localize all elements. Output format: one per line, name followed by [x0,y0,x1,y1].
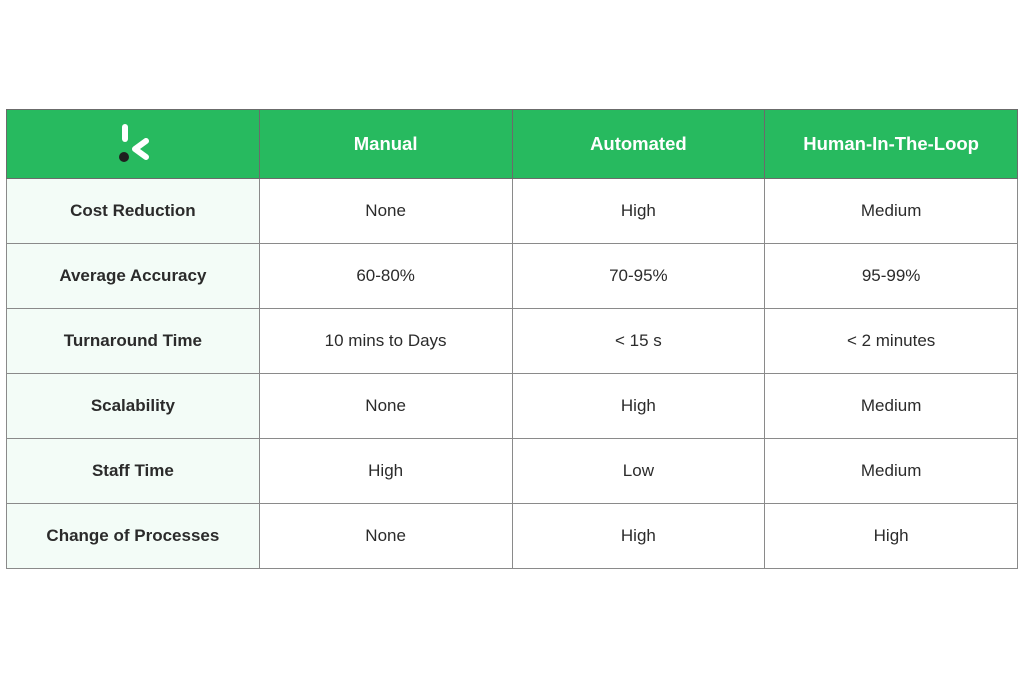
row-label: Cost Reduction [6,178,260,244]
cell-hitl: Medium [764,373,1018,439]
row-label: Average Accuracy [6,243,260,309]
table-row: Change of Processes None High High [6,503,1018,569]
column-header-human-in-the-loop: Human-In-The-Loop [764,109,1018,179]
cell-hitl: Medium [764,438,1018,504]
table-row: Turnaround Time 10 mins to Days < 15 s <… [6,308,1018,374]
cell-manual: 60-80% [258,243,513,309]
cell-manual: High [258,438,513,504]
cell-hitl: Medium [764,178,1018,244]
column-header-manual: Manual [258,109,513,179]
cell-hitl: < 2 minutes [764,308,1018,374]
cell-automated: Low [511,438,766,504]
cell-automated: High [511,373,766,439]
cell-manual: None [258,178,513,244]
cell-hitl: High [764,503,1018,569]
cell-automated: High [511,178,766,244]
cell-automated: 70-95% [511,243,766,309]
cell-automated: < 15 s [511,308,766,374]
comparison-table: Manual Automated Human-In-The-Loop Cost … [6,109,1018,569]
header-row: Manual Automated Human-In-The-Loop [6,109,1018,179]
logo-dot [118,152,129,162]
cell-manual: None [258,503,513,569]
cell-manual: None [258,373,513,439]
table-row: Scalability None High Medium [6,373,1018,439]
cell-hitl: 95-99% [764,243,1018,309]
table-row: Average Accuracy 60-80% 70-95% 95-99% [6,243,1018,309]
table-row: Staff Time High Low Medium [6,438,1018,504]
row-label: Turnaround Time [6,308,260,374]
logo-chevron [131,138,149,160]
cell-automated: High [511,503,766,569]
column-header-automated: Automated [511,109,766,179]
row-label: Change of Processes [6,503,260,569]
cell-manual: 10 mins to Days [258,308,513,374]
row-label: Scalability [6,373,260,439]
logo-cell [6,109,260,179]
table-row: Cost Reduction None High Medium [6,178,1018,244]
brand-logo-icon [116,122,150,166]
logo-bar [121,124,128,142]
row-label: Staff Time [6,438,260,504]
